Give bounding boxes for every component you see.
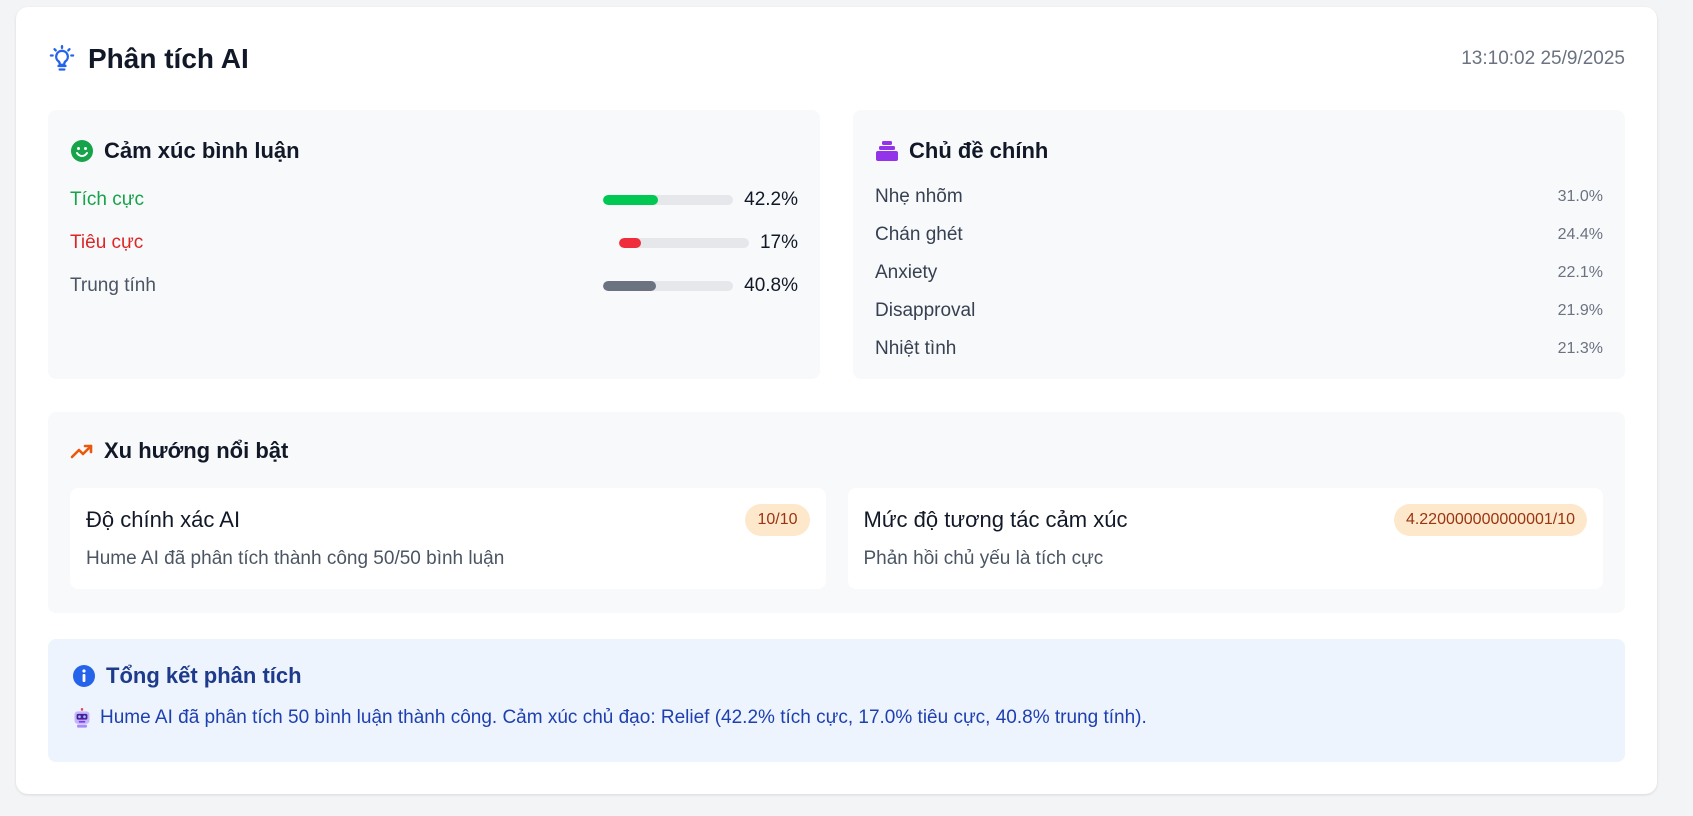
summary-body: Hume AI đã phân tích 50 bình luận thành …: [72, 707, 1603, 729]
lightbulb-icon: [48, 45, 76, 73]
sentiment-bar-fill: [618, 237, 642, 248]
sentiment-bar-fill: [603, 194, 658, 205]
sentiment-bar-track: [618, 237, 749, 248]
sentiment-label: Tích cực: [70, 188, 144, 210]
trend-card-accuracy: Độ chính xác AI 10/10 Hume AI đã phân tí…: [70, 488, 826, 589]
topic-label: Nhiệt tình: [875, 338, 957, 359]
topic-value: 24.4%: [1557, 226, 1603, 243]
topics-panel: Chủ đề chính Nhẹ nhõm 31.0% Chán ghét 24…: [853, 110, 1625, 379]
ai-analysis-card: Phân tích AI 13:10:02 25/9/2025 Cảm xúc …: [16, 7, 1657, 794]
sentiment-label: Trung tính: [70, 274, 156, 296]
topic-row: Nhiệt tình 21.3%: [875, 330, 1603, 368]
smile-icon: [70, 139, 94, 163]
sentiment-value: 17%: [759, 231, 798, 253]
topics-list: Nhẹ nhõm 31.0% Chán ghét 24.4% Anxiety 2…: [875, 178, 1603, 368]
topic-row: Disapproval 21.9%: [875, 292, 1603, 330]
sentiment-meter: 40.8%: [603, 275, 798, 297]
sentiment-panel-title: Cảm xúc bình luận: [70, 138, 798, 164]
trend-card-header: Độ chính xác AI 10/10: [86, 504, 810, 536]
topics-title: Chủ đề chính: [909, 138, 1049, 163]
topic-value: 21.3%: [1557, 340, 1603, 357]
sentiment-value: 40.8%: [744, 274, 798, 296]
sentiment-bar-track: [603, 280, 734, 291]
topic-label: Anxiety: [875, 262, 938, 283]
trend-card-engagement: Mức độ tương tác cảm xúc 4.2200000000000…: [847, 488, 1603, 589]
topics-panel-title: Chủ đề chính: [875, 138, 1603, 164]
topic-value: 31.0%: [1557, 188, 1603, 205]
page-title: Phân tích AI: [88, 43, 249, 74]
robot-icon: [72, 708, 92, 728]
header-left: Phân tích AI: [48, 43, 249, 75]
topic-label: Chán ghét: [875, 224, 963, 245]
trend-description: Hume AI đã phân tích thành công 50/50 bì…: [86, 548, 505, 569]
trends-panel: Xu hướng nổi bật Độ chính xác AI 10/10 H…: [48, 412, 1625, 613]
trend-name: Độ chính xác AI: [86, 507, 241, 532]
sentiment-value: 42.2%: [744, 188, 798, 210]
summary-panel-title: Tổng kết phân tích: [72, 663, 1603, 689]
trends-panel-title: Xu hướng nổi bật: [70, 438, 1603, 464]
sentiment-label: Tiêu cực: [70, 231, 144, 253]
trend-cards: Độ chính xác AI 10/10 Hume AI đã phân tí…: [70, 488, 1603, 589]
topic-row: Nhẹ nhõm 31.0%: [875, 178, 1603, 216]
sentiment-meter: 42.2%: [603, 189, 798, 211]
topic-label: Nhẹ nhõm: [875, 186, 963, 207]
sentiment-panel: Cảm xúc bình luận Tích cực 42.2% Tiêu cự…: [48, 110, 820, 379]
score-badge: 4.220000000000001/10: [1393, 504, 1587, 536]
sentiment-meter: 17%: [618, 231, 798, 254]
topic-value: 21.9%: [1557, 302, 1603, 319]
trend-card-header: Mức độ tương tác cảm xúc 4.2200000000000…: [863, 504, 1587, 536]
stack-icon: [875, 139, 899, 163]
sentiment-list: Tích cực 42.2% Tiêu cực 17% Trung tính 4…: [70, 178, 798, 307]
sentiment-row-positive: Tích cực 42.2%: [70, 178, 798, 221]
trends-title: Xu hướng nổi bật: [104, 438, 289, 463]
topic-row: Anxiety 22.1%: [875, 254, 1603, 292]
sentiment-row-neutral: Trung tính 40.8%: [70, 264, 798, 307]
sentiment-title: Cảm xúc bình luận: [104, 138, 300, 163]
trending-up-icon: [70, 439, 94, 463]
trend-description: Phản hồi chủ yếu là tích cực: [863, 548, 1104, 569]
score-badge: 10/10: [745, 504, 810, 536]
summary-panel: Tổng kết phân tích Hume AI đã phân tích …: [48, 639, 1625, 762]
header: Phân tích AI 13:10:02 25/9/2025: [48, 39, 1625, 79]
sentiment-bar-track: [603, 194, 734, 205]
sentiment-bar-fill: [603, 280, 657, 291]
timestamp: 13:10:02 25/9/2025: [1461, 48, 1625, 69]
summary-text: Hume AI đã phân tích 50 bình luận thành …: [100, 707, 1147, 728]
topic-row: Chán ghét 24.4%: [875, 216, 1603, 254]
sentiment-row-negative: Tiêu cực 17%: [70, 221, 798, 264]
topic-label: Disapproval: [875, 300, 976, 321]
trend-name: Mức độ tương tác cảm xúc: [863, 507, 1128, 532]
summary-title: Tổng kết phân tích: [106, 663, 302, 688]
topic-value: 22.1%: [1557, 264, 1603, 281]
info-icon: [72, 664, 96, 688]
